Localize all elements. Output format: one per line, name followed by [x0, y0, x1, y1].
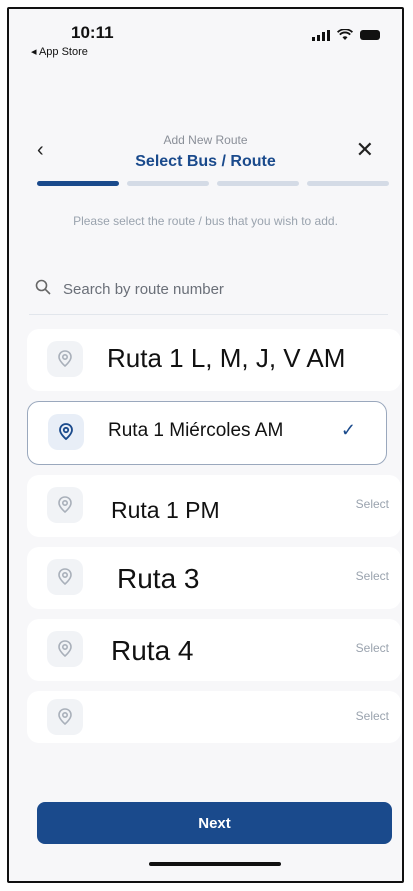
progress-step-4: [307, 181, 389, 186]
location-pin-icon: [47, 559, 83, 595]
close-icon[interactable]: ✕: [356, 137, 374, 163]
route-item-selected[interactable]: Ruta 1 Miércoles AM ✓: [27, 401, 387, 465]
select-button[interactable]: Select: [356, 497, 389, 511]
cellular-signal-icon: [312, 29, 330, 41]
route-label: Ruta 1 L, M, J, V AM: [107, 343, 346, 373]
route-label: Ruta 4: [111, 635, 194, 666]
select-button[interactable]: Select: [356, 709, 389, 723]
route-list: Ruta 1 L, M, J, V AM Ruta 1 Miércoles AM…: [27, 329, 402, 753]
location-pin-icon: [47, 631, 83, 667]
home-indicator[interactable]: [149, 862, 281, 866]
phone-screen: 10:11 ◂ App Store ‹ Add New Route Select…: [7, 7, 404, 883]
progress-step-2: [127, 181, 209, 186]
route-item[interactable]: Select: [27, 691, 401, 743]
route-item[interactable]: Ruta 3 Select: [27, 547, 401, 609]
select-button[interactable]: Select: [356, 569, 389, 583]
route-item[interactable]: Ruta 1 PM Select: [27, 475, 401, 537]
search-icon: [35, 279, 61, 300]
back-to-app-store-link[interactable]: ◂ App Store: [31, 45, 88, 58]
battery-icon: [360, 30, 380, 40]
progress-step-1: [37, 181, 119, 186]
system-icons: [312, 29, 380, 41]
next-button[interactable]: Next: [37, 802, 392, 844]
location-pin-icon: [48, 414, 84, 450]
location-pin-icon: [47, 699, 83, 735]
step-progress-bar: [37, 181, 392, 186]
location-pin-icon: [47, 487, 83, 523]
route-label: Ruta 1 Miércoles AM: [108, 420, 284, 441]
location-pin-icon: [47, 341, 83, 377]
status-bar: 10:11 ◂ App Store: [9, 9, 402, 79]
route-label: Ruta 3: [117, 563, 200, 594]
search-input[interactable]: [61, 279, 365, 299]
route-item[interactable]: Ruta 4 Select: [27, 619, 401, 681]
header-subtitle: Add New Route: [163, 133, 248, 147]
status-time: 10:11: [71, 23, 114, 42]
wifi-icon: [337, 29, 353, 40]
instruction-text: Please select the route / bus that you w…: [73, 214, 338, 228]
route-item[interactable]: Ruta 1 L, M, J, V AM: [27, 329, 401, 391]
checkmark-icon: ✓: [340, 420, 356, 440]
page-title: Select Bus / Route: [135, 153, 276, 170]
navigation-header: ‹ Add New Route Select Bus / Route ✕: [9, 127, 402, 177]
search-bar[interactable]: [29, 264, 388, 315]
progress-step-3: [217, 181, 299, 186]
select-button[interactable]: Select: [356, 641, 389, 655]
route-label: Ruta 1 PM: [111, 497, 220, 523]
